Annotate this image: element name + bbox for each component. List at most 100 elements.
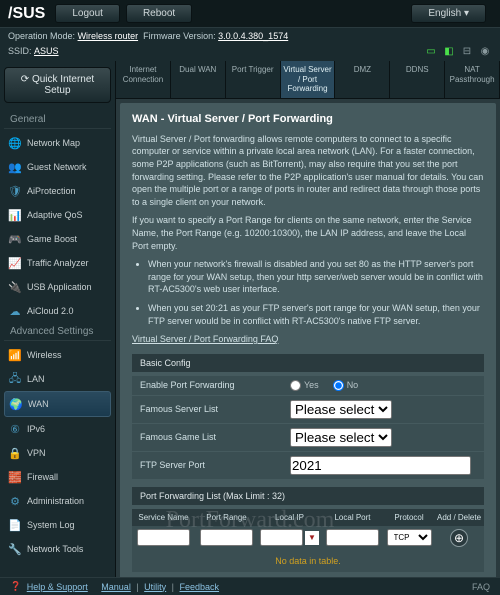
intro-text: Virtual Server / Port forwarding allows …	[132, 133, 484, 209]
sidebar-item-vpn[interactable]: 🔒VPN	[4, 441, 111, 465]
note-text: If you want to specify a Port Range for …	[132, 214, 484, 252]
tab-dual-wan[interactable]: Dual WAN	[171, 61, 226, 98]
tab-virtual-server-port-forwarding[interactable]: Virtual Server / Port Forwarding	[281, 61, 336, 98]
ip-picker-button[interactable]: ▼	[305, 531, 319, 545]
enable-no-option[interactable]: No	[333, 380, 359, 391]
logout-button[interactable]: Logout	[55, 4, 120, 23]
sidebar-icon: ☁	[8, 304, 22, 318]
tab-port-trigger[interactable]: Port Trigger	[226, 61, 281, 98]
help-link[interactable]: Help & Support	[27, 582, 88, 592]
game-list-label: Famous Game List	[140, 432, 290, 442]
sidebar-item-usb-application[interactable]: 🔌USB Application	[4, 275, 111, 299]
sidebar-icon: 📄	[8, 518, 22, 532]
sidebar-icon: 🌍	[9, 397, 23, 411]
quick-setup-label: Quick Internet Setup	[32, 74, 94, 96]
port-range-input[interactable]	[200, 529, 253, 546]
bullet-2: When you set 20:21 as your FTP server's …	[148, 302, 484, 327]
pf-list-header: Port Forwarding List (Max Limit : 32)	[132, 487, 484, 505]
col-header: Local IP	[258, 513, 321, 522]
col-header: Port Range	[195, 513, 258, 522]
usb-icon: ⊟	[460, 44, 474, 58]
sidebar-item-label: Administration	[27, 496, 84, 506]
reboot-button[interactable]: Reboot	[126, 4, 192, 23]
opmode-label: Operation Mode:	[8, 31, 75, 41]
sidebar-item-label: Adaptive QoS	[27, 210, 83, 220]
add-row-button[interactable]: ⊕	[450, 529, 468, 547]
sidebar-header-general: General	[4, 111, 111, 129]
server-list-select[interactable]: Please select	[290, 400, 392, 419]
local-ip-input[interactable]	[260, 529, 303, 546]
sidebar-item-aicloud-2.0[interactable]: ☁ AiCloud 2.0	[4, 299, 111, 323]
opmode-link[interactable]: Wireless router	[78, 31, 139, 41]
service-name-input[interactable]	[137, 529, 190, 546]
sidebar-item-label: IPv6	[27, 424, 45, 434]
brand-logo: /SUS	[8, 5, 45, 23]
tab-internet-connection[interactable]: Internet Connection	[116, 61, 171, 98]
sidebar-icon: 🔧	[8, 542, 22, 556]
sidebar-item-label: Guest Network	[27, 162, 87, 172]
col-header: Service Name	[132, 513, 195, 522]
no-label: No	[347, 380, 359, 390]
sidebar-icon: 📶	[8, 348, 22, 362]
fw-label: Firmware Version:	[143, 31, 216, 41]
ftp-port-input[interactable]	[290, 456, 471, 475]
sidebar-item-label: LAN	[27, 374, 45, 384]
wifi-icon: ◉	[478, 44, 492, 58]
sidebar-item-aiprotection[interactable]: 🛡 AiProtection	[4, 179, 111, 203]
sidebar-item-administration[interactable]: ⚙Administration	[4, 489, 111, 513]
sidebar-item-ipv6[interactable]: ⑥IPv6	[4, 417, 111, 441]
sidebar-item-label: Traffic Analyzer	[27, 258, 89, 268]
enable-yes-option[interactable]: Yes	[290, 380, 319, 391]
col-header: Add / Delete	[434, 513, 484, 522]
sidebar-icon: 🌐	[8, 136, 22, 150]
enable-no-radio[interactable]	[333, 380, 344, 391]
enable-yes-radio[interactable]	[290, 380, 301, 391]
sidebar-icon: 🔌	[8, 280, 22, 294]
game-list-select[interactable]: Please select	[290, 428, 392, 447]
tab-dmz[interactable]: DMZ	[335, 61, 390, 98]
basic-config-header: Basic Config	[132, 354, 484, 372]
fw-link[interactable]: 3.0.0.4.380_1574	[218, 31, 288, 41]
sidebar-icon: 📊	[8, 208, 22, 222]
footer-link-feedback[interactable]: Feedback	[180, 582, 220, 592]
faq-footer[interactable]: FAQ	[472, 582, 490, 592]
sidebar-item-wan[interactable]: 🌍 WAN	[4, 391, 111, 417]
sidebar-icon: 📈	[8, 256, 22, 270]
sidebar-item-label: Game Boost	[27, 234, 77, 244]
sidebar-item-label: Firewall	[27, 472, 58, 482]
tab-ddns[interactable]: DDNS	[390, 61, 445, 98]
sidebar-icon: 🛡	[8, 184, 22, 198]
sidebar-item-firewall[interactable]: 🧱 Firewall	[4, 465, 111, 489]
local-port-input[interactable]	[326, 529, 379, 546]
tab-nat-passthrough[interactable]: NAT Passthrough	[445, 61, 500, 98]
sidebar-icon: 🖧	[8, 372, 22, 386]
footer-link-utility[interactable]: Utility	[144, 582, 166, 592]
sidebar-item-label: Network Map	[27, 138, 80, 148]
sidebar-icon: 🎮	[8, 232, 22, 246]
sidebar-item-label: AiProtection	[27, 186, 76, 196]
sidebar-item-lan[interactable]: 🖧 LAN	[4, 367, 111, 391]
ssid-link[interactable]: ASUS	[34, 46, 59, 56]
language-select[interactable]: English ▾	[411, 4, 486, 23]
sidebar-item-label: AiCloud 2.0	[27, 306, 74, 316]
sidebar-item-network-tools[interactable]: 🔧Network Tools	[4, 537, 111, 561]
page-title: WAN - Virtual Server / Port Forwarding	[132, 113, 484, 125]
sidebar-item-wireless[interactable]: 📶 Wireless	[4, 343, 111, 367]
server-list-label: Famous Server List	[140, 404, 290, 414]
sidebar-item-network-map[interactable]: 🌐 Network Map	[4, 131, 111, 155]
footer-link-manual[interactable]: Manual	[101, 582, 131, 592]
sidebar-item-game-boost[interactable]: 🎮 Game Boost	[4, 227, 111, 251]
sidebar-icon: 🧱	[8, 470, 22, 484]
sidebar-item-adaptive-qos[interactable]: 📊 Adaptive QoS	[4, 203, 111, 227]
faq-link[interactable]: Virtual Server / Port Forwarding FAQ	[132, 334, 278, 344]
quick-setup-button[interactable]: ⟳ Quick Internet Setup	[4, 67, 111, 103]
sidebar-item-traffic-analyzer[interactable]: 📈 Traffic Analyzer	[4, 251, 111, 275]
sidebar-item-system-log[interactable]: 📄System Log	[4, 513, 111, 537]
col-header: Local Port	[321, 513, 384, 522]
sidebar-item-label: Wireless	[27, 350, 62, 360]
protocol-select[interactable]: TCP	[387, 529, 432, 546]
sidebar-item-guest-network[interactable]: 👥Guest Network	[4, 155, 111, 179]
sidebar-item-label: WAN	[28, 399, 49, 409]
app-icon: ▭	[424, 44, 438, 58]
sidebar-item-label: VPN	[27, 448, 46, 458]
